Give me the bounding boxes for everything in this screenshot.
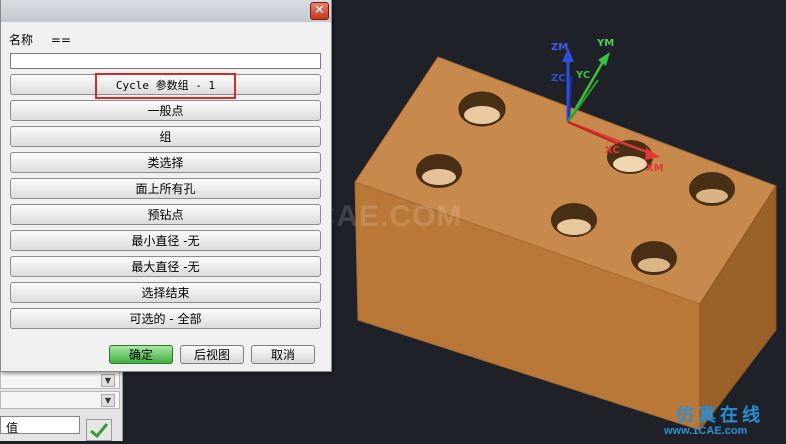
- panel-dropdown[interactable]: ▼: [0, 371, 120, 389]
- annotation-highlight-box: [95, 73, 236, 99]
- axis-label-xm: XM: [646, 163, 664, 174]
- brand-watermark-url: www.1CAE.com: [664, 425, 748, 437]
- end-selection-button[interactable]: 选择结束: [10, 282, 321, 303]
- class-selection-button[interactable]: 类选择: [10, 152, 321, 173]
- name-label: 名称: [9, 33, 34, 47]
- axis-label-zc: ZC: [551, 73, 566, 84]
- value-label: 值: [6, 421, 19, 435]
- max-diameter-button[interactable]: 最大直径 -无: [10, 256, 321, 277]
- close-icon: ✕: [314, 3, 325, 18]
- axis-label-xc: XC: [605, 145, 620, 156]
- panel-dropdown[interactable]: ▼: [0, 391, 120, 409]
- name-value: ==: [50, 33, 71, 47]
- all-holes-on-face-button[interactable]: 面上所有孔: [10, 178, 321, 199]
- hole: [551, 203, 597, 237]
- hole-selection-dialog: ✕ 名称 == Cycle 参数组 - 1 一般点 组 类选择 面上所有孔 预钻…: [0, 0, 332, 372]
- close-button[interactable]: ✕: [310, 2, 329, 20]
- cancel-button[interactable]: 取消: [251, 345, 315, 364]
- group-button[interactable]: 组: [10, 126, 321, 147]
- chevron-down-icon[interactable]: ▼: [101, 374, 115, 387]
- ok-button[interactable]: 确定: [109, 345, 173, 364]
- back-button[interactable]: 后视图: [180, 345, 244, 364]
- axis-label-ym: YM: [597, 38, 615, 49]
- axis-label-zm: ZM: [551, 42, 569, 53]
- hole: [458, 91, 506, 127]
- chevron-down-icon[interactable]: ▼: [101, 394, 115, 407]
- optional-all-button[interactable]: 可选的 - 全部: [10, 308, 321, 329]
- hole: [416, 154, 462, 188]
- dialog-titlebar[interactable]: ✕: [1, 0, 331, 22]
- hole: [631, 241, 677, 275]
- axis-label-yc: YC: [576, 70, 591, 81]
- name-input[interactable]: [10, 53, 321, 69]
- pre-drill-point-button[interactable]: 预钻点: [10, 204, 321, 225]
- confirm-check-button[interactable]: [86, 419, 112, 441]
- name-row: 名称 ==: [9, 31, 85, 48]
- brand-watermark-cn: 仿真在线: [676, 405, 764, 426]
- hole: [689, 172, 735, 206]
- min-diameter-button[interactable]: 最小直径 -无: [10, 230, 321, 251]
- checkmark-icon: [90, 423, 109, 439]
- general-point-button[interactable]: 一般点: [10, 100, 321, 121]
